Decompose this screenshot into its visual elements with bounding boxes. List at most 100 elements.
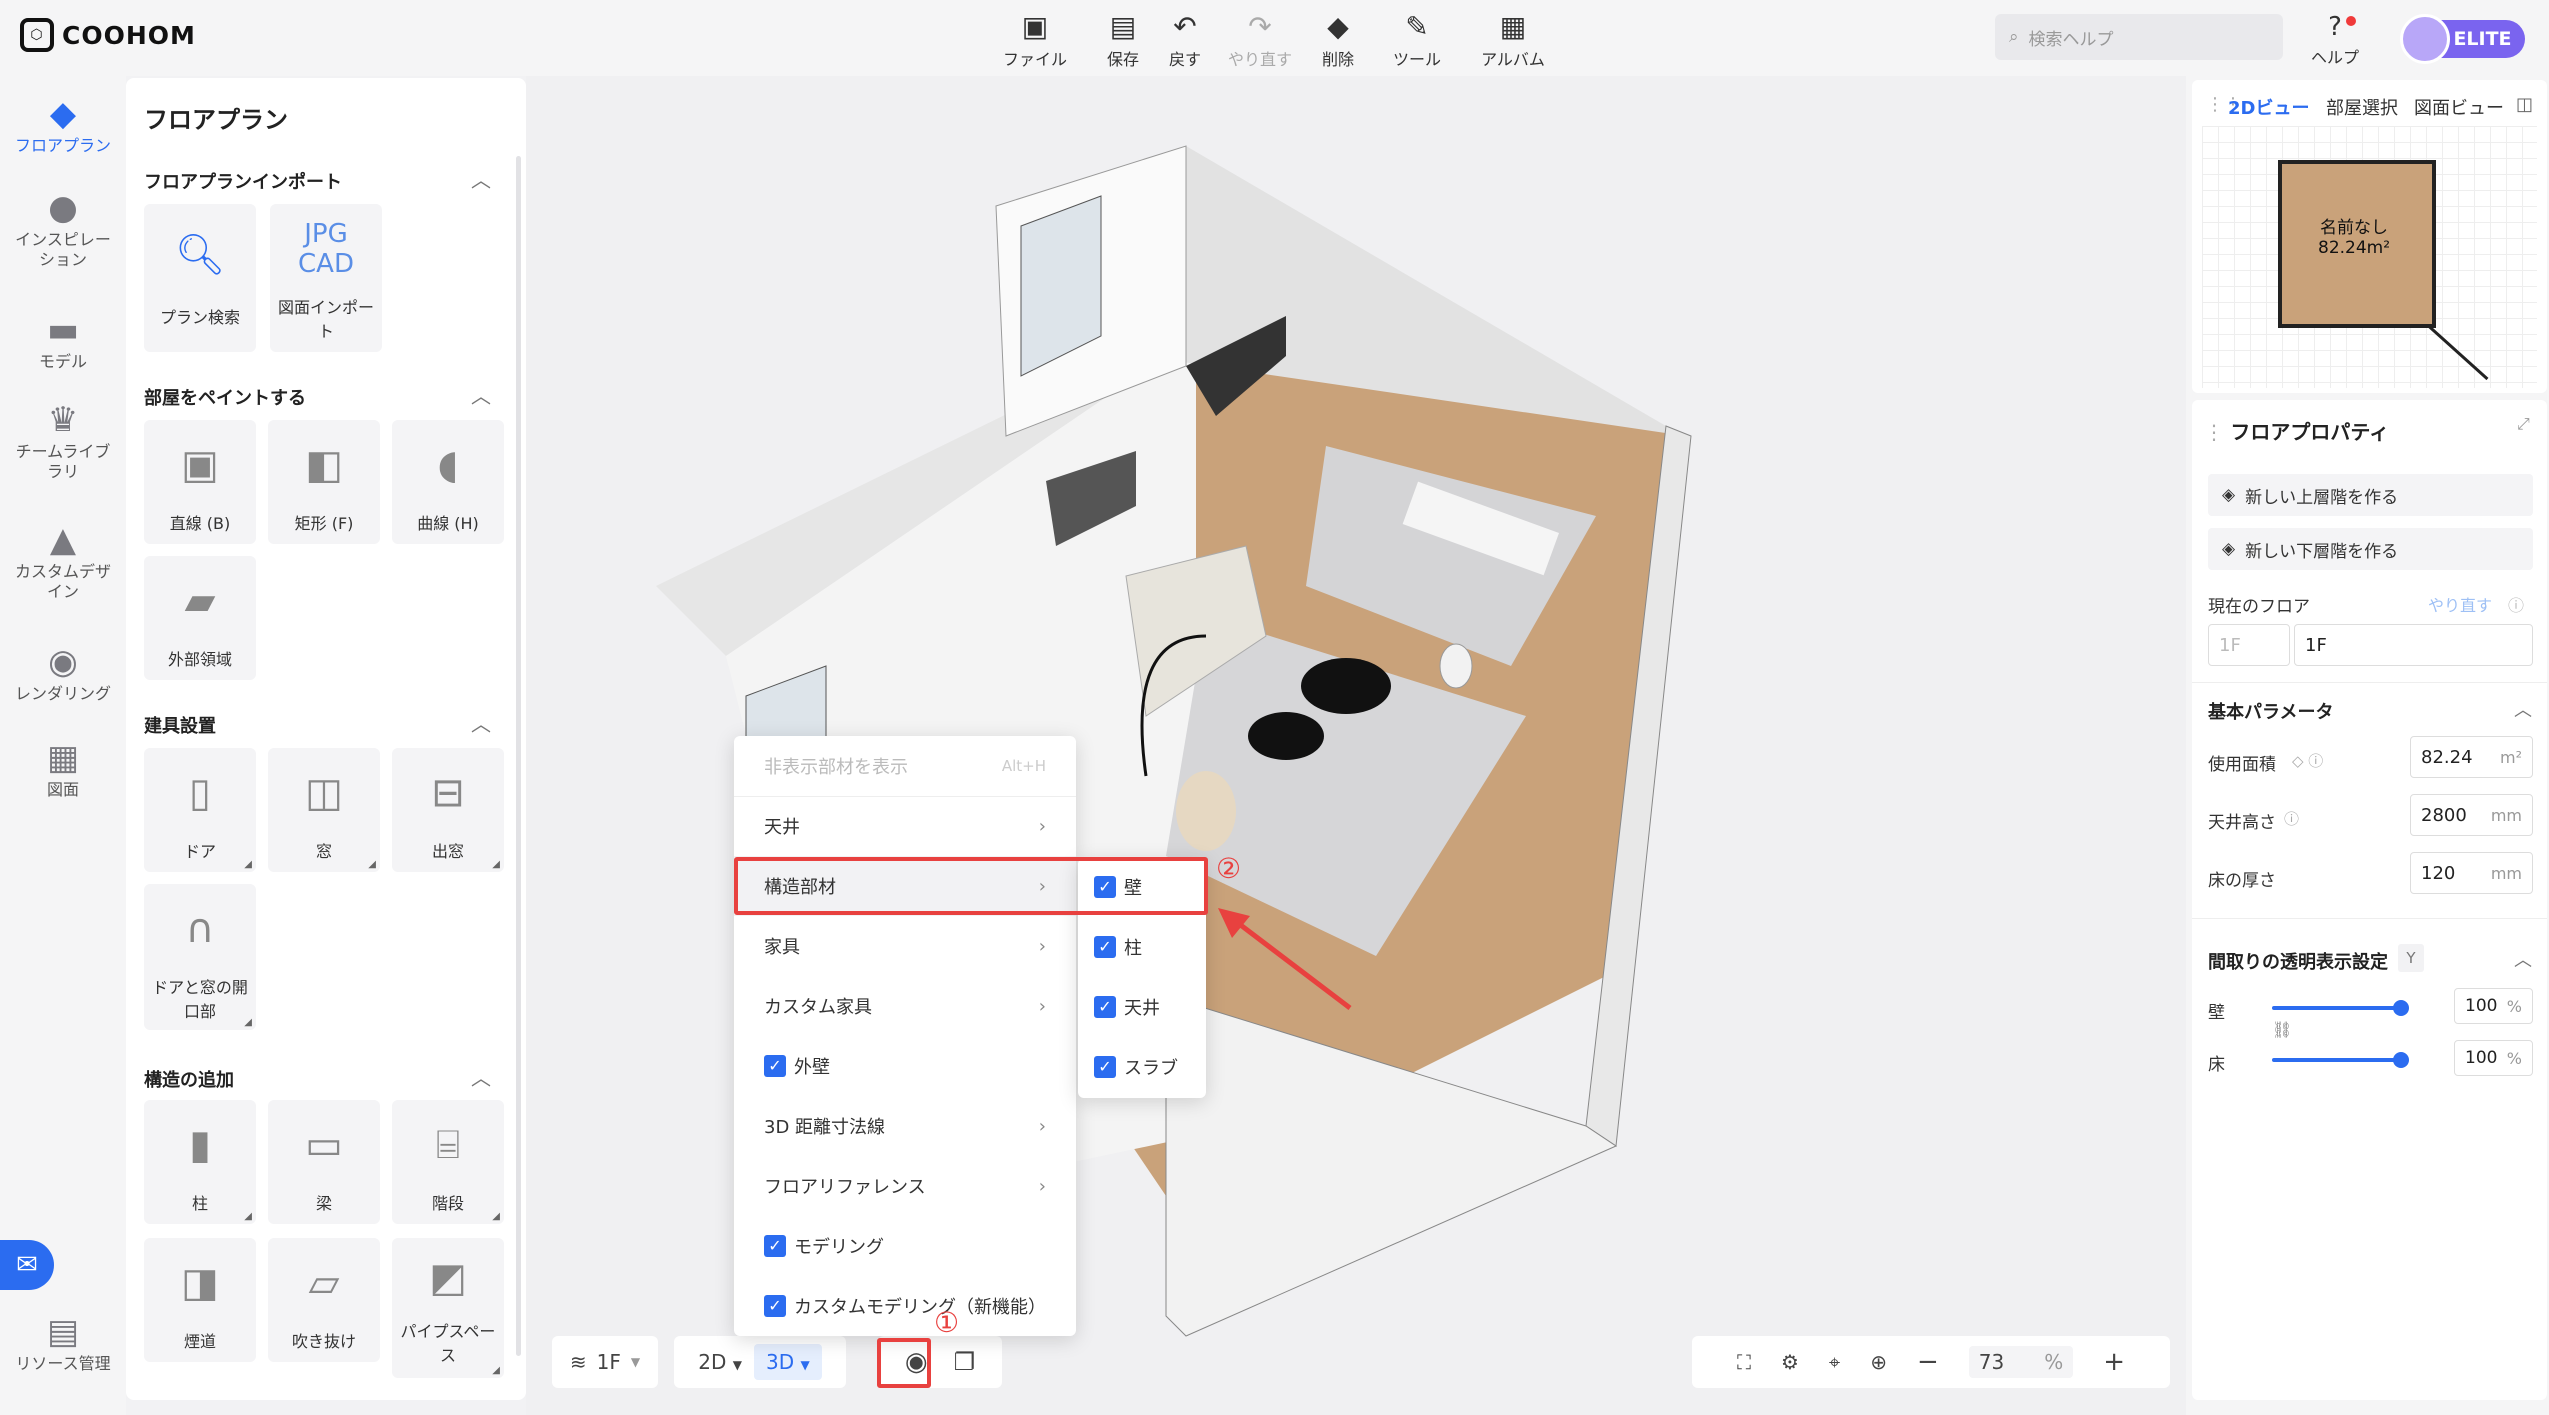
atrium-tile[interactable]: ▱ 吹き抜け — [268, 1238, 380, 1362]
chat-button[interactable]: ✉ — [0, 1240, 54, 1290]
tab-room-select[interactable]: 部屋選択 — [2326, 94, 2398, 120]
window-tile[interactable]: ◫ 窓 ◢ — [268, 748, 380, 872]
zoom-area-icon[interactable]: ⊕ — [1870, 1350, 1887, 1374]
collapse-panel-icon[interactable]: ◫ — [2516, 94, 2533, 115]
menu-item-3d-dimension[interactable]: 3D 距離寸法線 › — [734, 1096, 1076, 1156]
stairs-tile[interactable]: ⌸ 階段 ◢ — [392, 1100, 504, 1224]
button-label: 新しい下層階を作る — [2245, 541, 2399, 562]
menu-item-modeling[interactable]: ✓ モデリング — [734, 1216, 1076, 1276]
submenu-label: 天井 — [1124, 998, 1160, 1019]
floor-transparency-slider[interactable] — [2272, 1052, 2409, 1068]
door-tile[interactable]: ▯ ドア ◢ — [144, 748, 256, 872]
fit-view-icon[interactable]: ⛶ — [1737, 1350, 1751, 1374]
file-menu-button[interactable]: ▣ ファイル — [990, 10, 1080, 70]
rail-item-team-library[interactable]: ♛ チームライブラリ — [0, 398, 126, 482]
checkbox-checked-icon[interactable]: ✓ — [1094, 936, 1116, 958]
rail-item-custom-design[interactable]: ▲ カスタムデザイン — [0, 518, 126, 602]
submenu-label: スラブ — [1124, 1058, 1178, 1079]
drawing-import-tile[interactable]: JPG CAD 図面インポート — [270, 204, 382, 352]
door-window-opening-tile[interactable]: ∩ ドアと窓の開口部 ◢ — [144, 884, 256, 1030]
area-input[interactable]: 82.24 m² — [2410, 736, 2533, 778]
camera-settings-icon[interactable]: ⚙ — [1781, 1350, 1799, 1374]
view-2d-button[interactable]: 2D ▼ — [698, 1350, 742, 1374]
coohom-logo[interactable]: ⬡ COOHOM — [20, 18, 196, 52]
rail-item-rendering[interactable]: ◉ レンダリング — [0, 640, 126, 704]
delete-button[interactable]: ◆ 削除 — [1293, 10, 1383, 70]
user-avatar[interactable] — [2400, 14, 2450, 64]
submenu-item-slab[interactable]: ✓ スラブ — [1094, 1054, 1178, 1080]
ceiling-height-input[interactable]: 2800 mm — [2410, 794, 2533, 836]
album-button[interactable]: ▦ アルバム — [1468, 10, 1558, 70]
rail-item-resource-management[interactable]: ▤ リソース管理 — [0, 1310, 126, 1374]
collapse-chevron-icon[interactable]: ︿ — [471, 380, 491, 409]
link-icon[interactable]: ⛓ — [2272, 1020, 2292, 1039]
menu-item-exterior-wall[interactable]: ✓ 外壁 — [734, 1036, 1076, 1096]
current-floor-action[interactable]: やり直す — [2428, 592, 2492, 616]
submenu-item-column[interactable]: ✓ 柱 — [1094, 934, 1142, 960]
divider — [2192, 682, 2547, 683]
add-upper-floor-button[interactable]: ◈ 新しい上層階を作る — [2208, 474, 2533, 516]
zoom-out-button[interactable]: − — [1917, 1347, 1939, 1377]
collapse-chevron-icon[interactable]: ︿ — [2514, 696, 2532, 722]
plan-search-tile[interactable]: 🔍︎ プラン検索 — [144, 204, 256, 352]
sort-icon[interactable]: ◇ ⓘ — [2292, 750, 2323, 771]
slider-knob[interactable] — [2393, 1000, 2409, 1016]
collapse-chevron-icon[interactable]: ︿ — [471, 1062, 491, 1091]
menu-item-ceiling[interactable]: 天井 › — [734, 796, 1076, 856]
focus-icon[interactable]: ⌖ — [1829, 1350, 1840, 1374]
tab-drawing-view[interactable]: 図面ビュー — [2414, 94, 2504, 120]
floor-transparency-input[interactable]: 100% — [2454, 1040, 2533, 1076]
floor-thickness-input[interactable]: 120 mm — [2410, 852, 2533, 894]
elite-badge[interactable]: ELITE — [2440, 20, 2525, 58]
collapse-chevron-icon[interactable]: ︿ — [471, 164, 491, 193]
collapse-chevron-icon[interactable]: ︿ — [471, 708, 491, 737]
tab-2d-view[interactable]: 2Dビュー — [2228, 94, 2309, 120]
checkbox-checked-icon[interactable]: ✓ — [764, 1235, 786, 1257]
view-3d-button[interactable]: 3D ▼ — [754, 1344, 822, 1380]
rail-item-floorplan[interactable]: ◆ フロアプラン — [0, 92, 126, 156]
menu-item-show-hidden[interactable]: 非表示部材を表示 Alt+H — [734, 736, 1076, 796]
rail-item-inspiration[interactable]: ● インスピレーション — [0, 186, 126, 270]
minimap-room[interactable]: 名前なし 82.24m² — [2278, 160, 2436, 328]
straight-room-tile[interactable]: ▣ 直線 (B) — [144, 420, 256, 544]
help-button[interactable]: ? ヘルプ — [2300, 12, 2370, 68]
checkbox-checked-icon[interactable]: ✓ — [1094, 1056, 1116, 1078]
tools-menu-button[interactable]: ✎ ツール — [1372, 10, 1462, 70]
beam-tile[interactable]: ▭ 梁 — [268, 1100, 380, 1224]
zoom-in-button[interactable]: + — [2103, 1347, 2125, 1377]
pipe-space-tile[interactable]: ◩ パイプスペース ◢ — [392, 1238, 504, 1378]
collapse-chevron-icon[interactable]: ︿ — [2514, 946, 2532, 972]
column-tile[interactable]: ▮ 柱 ◢ — [144, 1100, 256, 1224]
panel-scrollbar[interactable] — [516, 156, 521, 1356]
add-lower-floor-button[interactable]: ◈ 新しい下層階を作る — [2208, 528, 2533, 570]
menu-item-custom-furniture[interactable]: カスタム家具 › — [734, 976, 1076, 1036]
button-label: 新しい上層階を作る — [2245, 487, 2399, 508]
checkbox-checked-icon[interactable]: ✓ — [764, 1295, 786, 1317]
bay-window-tile[interactable]: ⊟ 出窓 ◢ — [392, 748, 504, 872]
slider-knob[interactable] — [2393, 1052, 2409, 1068]
expand-icon[interactable]: ⤢ — [2517, 414, 2530, 434]
redo-button[interactable]: ↷ やり直す — [1215, 10, 1305, 70]
flue-tile[interactable]: ◨ 煙道 — [144, 1238, 256, 1362]
menu-item-floor-reference[interactable]: フロアリファレンス › — [734, 1156, 1076, 1216]
zoom-input[interactable]: 73% — [1968, 1346, 2074, 1378]
wall-transparency-slider[interactable] — [2272, 1000, 2409, 1016]
sofa-icon: ▬ — [46, 310, 80, 350]
rectangle-room-tile[interactable]: ◧ 矩形 (F) — [268, 420, 380, 544]
floor-name-input[interactable]: 1F — [2294, 624, 2533, 666]
floor-selector[interactable]: ≋ 1F ▼ — [552, 1336, 658, 1388]
external-area-tile[interactable]: ▰ 外部領域 — [144, 556, 256, 680]
menu-item-custom-modeling[interactable]: ✓ カスタムモデリング（新機能） — [734, 1276, 1076, 1336]
rail-item-drawing[interactable]: ▦ 図面 — [0, 736, 126, 800]
checkbox-checked-icon[interactable]: ✓ — [764, 1055, 786, 1077]
tile-label: ドア — [183, 842, 216, 861]
help-search-input[interactable]: ⌕ 検索ヘルプ — [1995, 14, 2283, 60]
rail-item-model[interactable]: ▬ モデル — [0, 308, 126, 372]
wall-transparency-input[interactable]: 100% — [2454, 988, 2533, 1024]
checkbox-checked-icon[interactable]: ✓ — [1094, 996, 1116, 1018]
logo-text: COOHOM — [62, 20, 196, 50]
curve-room-tile[interactable]: ◖ 曲線 (H) — [392, 420, 504, 544]
menu-item-furniture[interactable]: 家具 › — [734, 916, 1076, 976]
submenu-item-ceiling[interactable]: ✓ 天井 — [1094, 994, 1160, 1020]
cube-view-icon[interactable]: ❐ — [954, 1348, 976, 1376]
